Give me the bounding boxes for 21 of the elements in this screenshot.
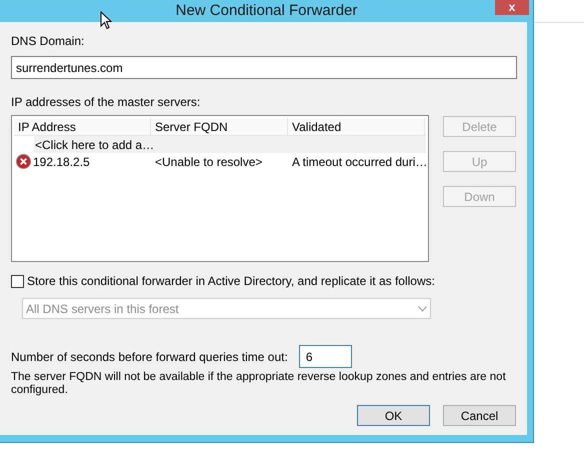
dialog-button[interactable]: OK xyxy=(357,405,430,426)
mouse-pointer-icon xyxy=(100,11,112,30)
table-cell-text: <Unable to resolve> xyxy=(154,154,264,170)
dialog-button[interactable]: Cancel xyxy=(443,405,516,426)
table-cell-text: 192.18.2.5 xyxy=(33,154,90,170)
column-header[interactable]: IP Address xyxy=(14,118,151,135)
server-row[interactable]: 192.18.2.5 <Unable to resolve> A timeout occurred duri… xyxy=(14,153,426,170)
column-header[interactable]: Validated xyxy=(288,118,425,135)
window-title: New Conditional Forwarder xyxy=(176,0,358,21)
domain-field[interactable]: surrendertunes.com xyxy=(11,56,517,79)
timeout-label: Number of seconds before forward queries time out: xyxy=(11,348,288,366)
checkbox[interactable] xyxy=(11,274,24,288)
close-button[interactable]: x xyxy=(495,0,529,15)
chevron-down-icon xyxy=(418,306,427,312)
info-note: The server FQDN will not be available if the appropriate reverse lookup zones and entries are not configured. xyxy=(11,371,507,397)
column-header[interactable]: Server FQDN xyxy=(151,118,288,135)
section-label: IP addresses of the master servers: xyxy=(11,94,202,111)
field-label: DNS Domain: xyxy=(11,33,86,50)
checkbox-label: Store this conditional forwarder in Active Directory, and replicate it as follows: xyxy=(27,273,435,290)
table-cell-text: A timeout occurred duri… xyxy=(291,154,425,170)
timeout-field[interactable]: 6 xyxy=(298,345,352,368)
